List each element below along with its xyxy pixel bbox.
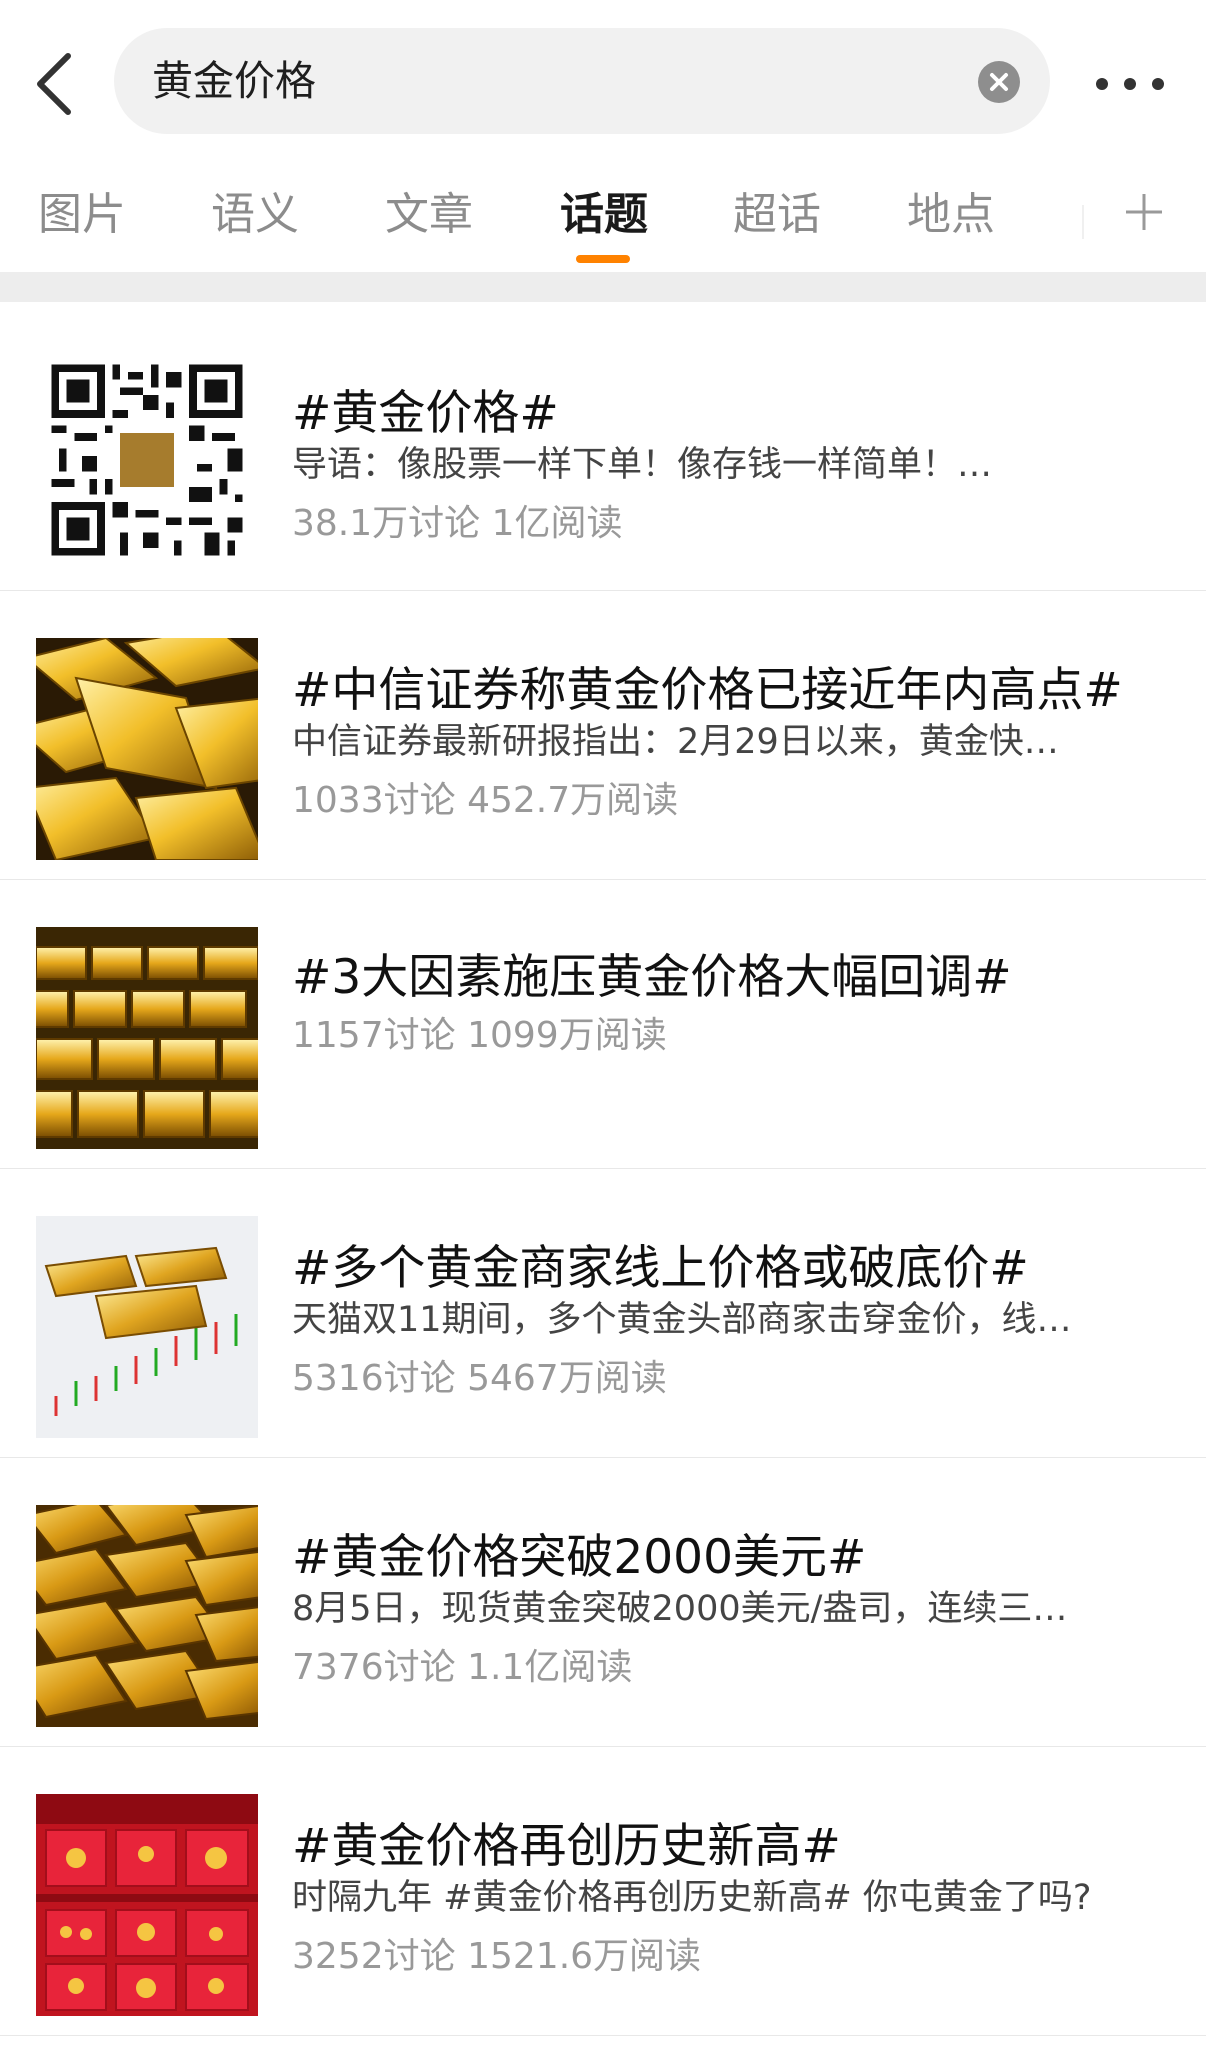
topic-row[interactable]: #黄金价格突破2000美元# 8月5日，现货黄金突破2000美元/盎司，连续三…… (0, 1458, 1206, 1747)
topic-title: #3大因素施压黄金价格大幅回调# (292, 950, 1012, 1005)
read-count: 1亿阅读 (491, 503, 623, 544)
discussion-count: 38.1万讨论 (292, 503, 481, 544)
qr-code-thumbnail (36, 349, 258, 571)
search-tabs: 图片 语义 文章 话题 超话 地点 (0, 160, 1206, 272)
read-count: 1521.6万阅读 (467, 1936, 702, 1977)
topic-stats: 5316讨论 5467万阅读 (292, 1349, 667, 1401)
topic-description: 8月5日，现货黄金突破2000美元/盎司，连续三… (292, 1589, 1068, 1629)
topic-row[interactable]: #3大因素施压黄金价格大幅回调# 1157讨论 1099万阅读 (0, 880, 1206, 1169)
discussion-count: 3252讨论 (292, 1936, 456, 1977)
more-options-button[interactable] (1090, 66, 1170, 102)
tab-places[interactable]: 地点 (907, 178, 995, 242)
discussion-count: 5316讨论 (292, 1358, 456, 1399)
read-count: 1099万阅读 (467, 1015, 667, 1056)
topic-description: 中信证券最新研报指出：2月29日以来，黄金快… (292, 722, 1059, 762)
topic-stats: 7376讨论 1.1亿阅读 (292, 1638, 632, 1690)
gold-bars-thumbnail (36, 1505, 258, 1727)
more-dots-icon (1096, 78, 1164, 90)
topic-title: #黄金价格再创历史新高# (292, 1819, 841, 1874)
read-count: 452.7万阅读 (467, 780, 679, 821)
discussion-count: 1157讨论 (292, 1015, 456, 1056)
tab-divider (1082, 205, 1084, 239)
search-query: 黄金价格 (152, 57, 316, 105)
gold-bars-thumbnail (36, 1216, 258, 1438)
topic-title: #黄金价格突破2000美元# (292, 1530, 867, 1585)
tab-super-topics[interactable]: 超话 (733, 178, 821, 242)
read-count: 5467万阅读 (467, 1358, 667, 1399)
tab-images[interactable]: 图片 (38, 178, 126, 242)
chevron-left-icon (37, 53, 71, 115)
topic-row[interactable]: #黄金价格# 导语：像股票一样下单！像存钱一样简单！… 38.1万讨论 1亿阅读 (0, 302, 1206, 591)
top-bar: 黄金价格 (0, 0, 1206, 160)
tab-topics[interactable]: 话题 (560, 178, 648, 242)
topic-title: #多个黄金商家线上价格或破底价# (292, 1241, 1029, 1296)
topic-row[interactable]: #黄金价格再创历史新高# 时隔九年 #黄金价格再创历史新高# 你屯黄金了吗? 3… (0, 1747, 1206, 2036)
topic-description: 时隔九年 #黄金价格再创历史新高# 你屯黄金了吗? (292, 1878, 1092, 1918)
discussion-count: 7376讨论 (292, 1647, 456, 1688)
topic-description: 天猫双11期间，多个黄金头部商家击穿金价，线… (292, 1300, 1072, 1340)
back-button[interactable] (28, 48, 88, 120)
topic-row[interactable]: #中信证券称黄金价格已接近年内高点# 中信证券最新研报指出：2月29日以来，黄金… (0, 591, 1206, 880)
search-input[interactable]: 黄金价格 (114, 28, 1050, 134)
topic-list: #黄金价格# 导语：像股票一样下单！像存钱一样简单！… 38.1万讨论 1亿阅读 (0, 302, 1206, 2036)
tab-semantic[interactable]: 语义 (211, 178, 299, 242)
gold-bars-thumbnail (36, 927, 258, 1149)
read-count: 1.1亿阅读 (467, 1647, 633, 1688)
active-tab-indicator (576, 255, 630, 263)
topic-description: 导语：像股票一样下单！像存钱一样简单！… (292, 445, 993, 485)
topic-stats: 1157讨论 1099万阅读 (292, 1006, 667, 1058)
topic-row[interactable]: #多个黄金商家线上价格或破底价# 天猫双11期间，多个黄金头部商家击穿金价，线…… (0, 1169, 1206, 1458)
topic-stats: 1033讨论 452.7万阅读 (292, 771, 678, 823)
clear-search-button[interactable] (978, 61, 1020, 103)
section-divider (0, 272, 1206, 302)
tab-articles[interactable]: 文章 (385, 178, 473, 242)
topic-title: #黄金价格# (292, 386, 559, 441)
gold-bars-thumbnail (36, 638, 258, 860)
close-icon (990, 73, 1008, 91)
topic-stats: 38.1万讨论 1亿阅读 (292, 494, 623, 546)
add-tab-button[interactable] (1122, 190, 1166, 234)
discussion-count: 1033讨论 (292, 780, 456, 821)
plus-icon (1126, 194, 1162, 230)
topic-title: #中信证券称黄金价格已接近年内高点# (292, 663, 1123, 718)
topic-stats: 3252讨论 1521.6万阅读 (292, 1927, 701, 1979)
jewelry-display-thumbnail (36, 1794, 258, 2016)
